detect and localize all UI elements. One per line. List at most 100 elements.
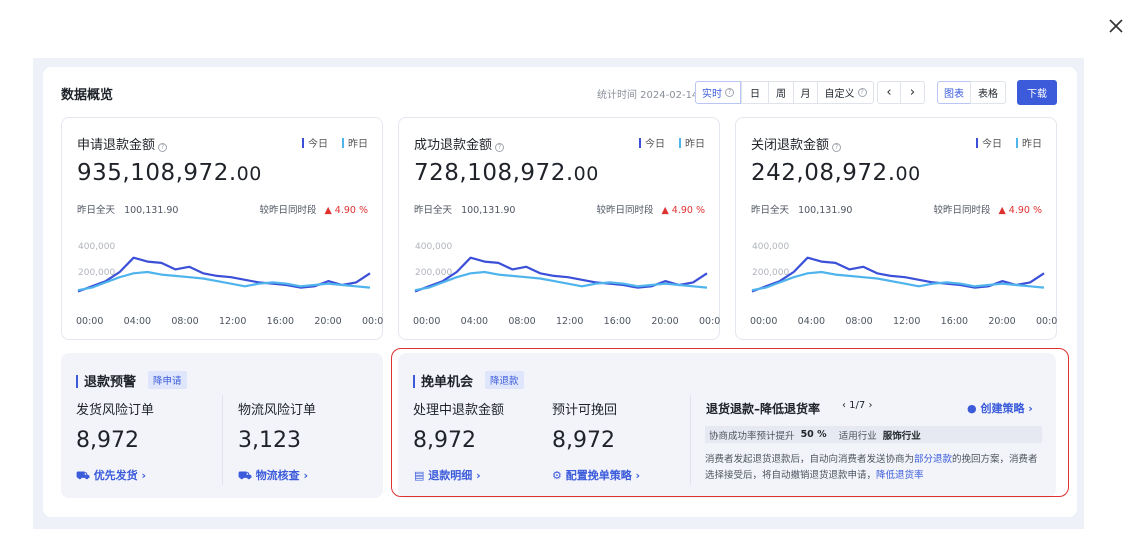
logistics-risk-value: 3,123 (238, 428, 301, 453)
processing-refund-value: 8,972 (413, 428, 476, 453)
x-tick-label: 08:00 (171, 316, 198, 327)
warning-tag: 降申请 (148, 371, 187, 389)
refund-detail-link[interactable]: ▤ 退款明细 › (414, 467, 481, 483)
add-circle-icon: ● (967, 402, 977, 415)
x-tick-label: 04:00 (461, 316, 488, 327)
help-icon: ? (725, 88, 734, 97)
y-tick-label: 400,000 (78, 242, 115, 252)
x-tick-label: 00:00 (1036, 316, 1058, 327)
line-chart: 400,000 200,000 00:00 04:00 08:00 12:00 16:00 2… (750, 242, 1058, 327)
day-button[interactable]: 日 (741, 81, 769, 104)
compare: 较昨日同时段 ▲ 4.90 % (596, 205, 705, 216)
custom-button[interactable]: 自定义? (817, 81, 874, 104)
yesterday-total: 昨日全天 100,131.90 (751, 205, 853, 216)
recoverable-label: 预计可挽回 (552, 403, 618, 418)
strategy-pager[interactable]: ‹ 1/7 › (842, 400, 872, 411)
x-tick-label: 00:00 (362, 316, 384, 327)
yesterday-total: 昨日全天 100,131.90 (414, 205, 516, 216)
download-button[interactable]: 下载 (1017, 80, 1057, 105)
realtime-button[interactable]: 实时? (695, 81, 741, 104)
y-tick-label: 400,000 (415, 242, 452, 252)
legend: 今日 昨日 (302, 135, 368, 150)
legend-yesterday: 昨日 (679, 135, 705, 150)
line-chart: 400,000 200,000 00:00 04:00 08:00 12:00 16:00 2… (413, 242, 721, 327)
series-line-today (77, 256, 371, 293)
card-closed-refund: 关闭退款金额? 今日 昨日 242,08,972.00 昨日全天 100,131… (735, 117, 1058, 340)
y-tick-label: 200,000 (415, 268, 452, 278)
legend-today: 今日 (302, 135, 328, 150)
list-icon: ▤ (414, 469, 425, 482)
warning-title: 退款预警 (76, 371, 136, 390)
help-icon: ? (495, 143, 505, 152)
card-title: 申请退款金额? (77, 134, 168, 153)
line-chart: 400,000 200,000 00:00 04:00 08:00 12:00 16:00 2… (76, 242, 384, 327)
yesterday-total: 昨日全天 100,131.90 (77, 205, 179, 216)
shipping-risk-value: 8,972 (76, 428, 139, 453)
x-tick-label: 12:00 (219, 316, 246, 327)
y-tick-label: 400,000 (752, 242, 789, 252)
legend: 今日 昨日 (639, 135, 705, 150)
x-tick-label: 00:00 (76, 316, 103, 327)
divider (690, 395, 691, 485)
x-tick-label: 20:00 (651, 316, 678, 327)
legend-today: 今日 (976, 135, 1002, 150)
legend-yesterday: 昨日 (342, 135, 368, 150)
config-strategy-link[interactable]: ⚙ 配置挽单策略 › (552, 467, 640, 483)
amount: 935,108,972.00 (77, 160, 262, 186)
page-title: 数据概览 (61, 88, 114, 103)
y-tick-label: 200,000 (78, 268, 115, 278)
x-tick-label: 16:00 (267, 316, 294, 327)
opportunity-title: 挽单机会 (413, 371, 473, 390)
truck-icon: ⛟ (76, 469, 90, 482)
legend-today: 今日 (639, 135, 665, 150)
amount: 242,08,972.00 (751, 160, 921, 186)
card-apply-refund: 申请退款金额? 今日 昨日 935,108,972.00 昨日全天 100,13… (61, 117, 384, 340)
strategy-info-bar: 协商成功率预计提升 50 % 适用行业 服饰行业 (705, 426, 1042, 443)
logistics-risk-label: 物流风险订单 (238, 403, 317, 418)
week-button[interactable]: 周 (768, 81, 794, 104)
x-tick-label: 16:00 (941, 316, 968, 327)
x-tick-label: 00:00 (413, 316, 440, 327)
x-tick-label: 20:00 (314, 316, 341, 327)
stat-time: 统计时间 2024-02-14 (597, 90, 699, 101)
legend: 今日 昨日 (976, 135, 1042, 150)
gear-icon: ⚙ (552, 469, 562, 482)
month-button[interactable]: 月 (793, 81, 818, 104)
amount: 728,108,972.00 (414, 160, 599, 186)
table-view-button[interactable]: 表格 (970, 81, 1006, 104)
series-line-today (751, 256, 1045, 293)
compare: 较昨日同时段 ▲ 4.90 % (259, 205, 368, 216)
x-tick-label: 04:00 (798, 316, 825, 327)
close-icon[interactable] (1106, 16, 1126, 36)
x-tick-label: 00:00 (750, 316, 777, 327)
legend-yesterday: 昨日 (1016, 135, 1042, 150)
priority-ship-link[interactable]: ⛟ 优先发货 › (76, 467, 146, 484)
logistics-check-link[interactable]: ⛟ 物流核查 › (238, 467, 308, 484)
partial-refund-link[interactable]: 部分退款 (914, 454, 952, 465)
card-title: 成功退款金额? (414, 134, 505, 153)
y-tick-label: 200,000 (752, 268, 789, 278)
shipping-risk-label: 发货风险订单 (76, 403, 155, 418)
create-strategy-link[interactable]: ● 创建策略 › (967, 400, 1033, 416)
x-tick-label: 16:00 (604, 316, 631, 327)
x-tick-label: 08:00 (845, 316, 872, 327)
next-button[interactable]: › (900, 81, 925, 104)
processing-refund-label: 处理中退款金额 (413, 403, 505, 418)
x-tick-label: 12:00 (893, 316, 920, 327)
strategy-description: 消费者发起退货退款后，自动向消费者发送协商为部分退款的挽回方案，消费者选择接受后… (705, 454, 1038, 481)
x-tick-label: 08:00 (508, 316, 535, 327)
x-tick-label: 04:00 (124, 316, 151, 327)
compare: 较昨日同时段 ▲ 4.90 % (933, 205, 1042, 216)
help-icon: ? (857, 88, 867, 97)
prev-button[interactable]: ‹ (877, 81, 901, 104)
help-icon: ? (832, 143, 842, 152)
reduce-return-rate-link[interactable]: 降低退货率 (876, 470, 924, 481)
help-icon: ? (158, 143, 168, 152)
recoverable-value: 8,972 (552, 428, 615, 453)
chart-view-button[interactable]: 图表 (937, 81, 971, 104)
card-success-refund: 成功退款金额? 今日 昨日 728,108,972.00 昨日全天 100,13… (398, 117, 721, 340)
x-tick-label: 20:00 (988, 316, 1015, 327)
x-tick-label: 12:00 (556, 316, 583, 327)
opportunity-tag: 降退款 (485, 371, 524, 389)
card-title: 关闭退款金额? (751, 134, 842, 153)
